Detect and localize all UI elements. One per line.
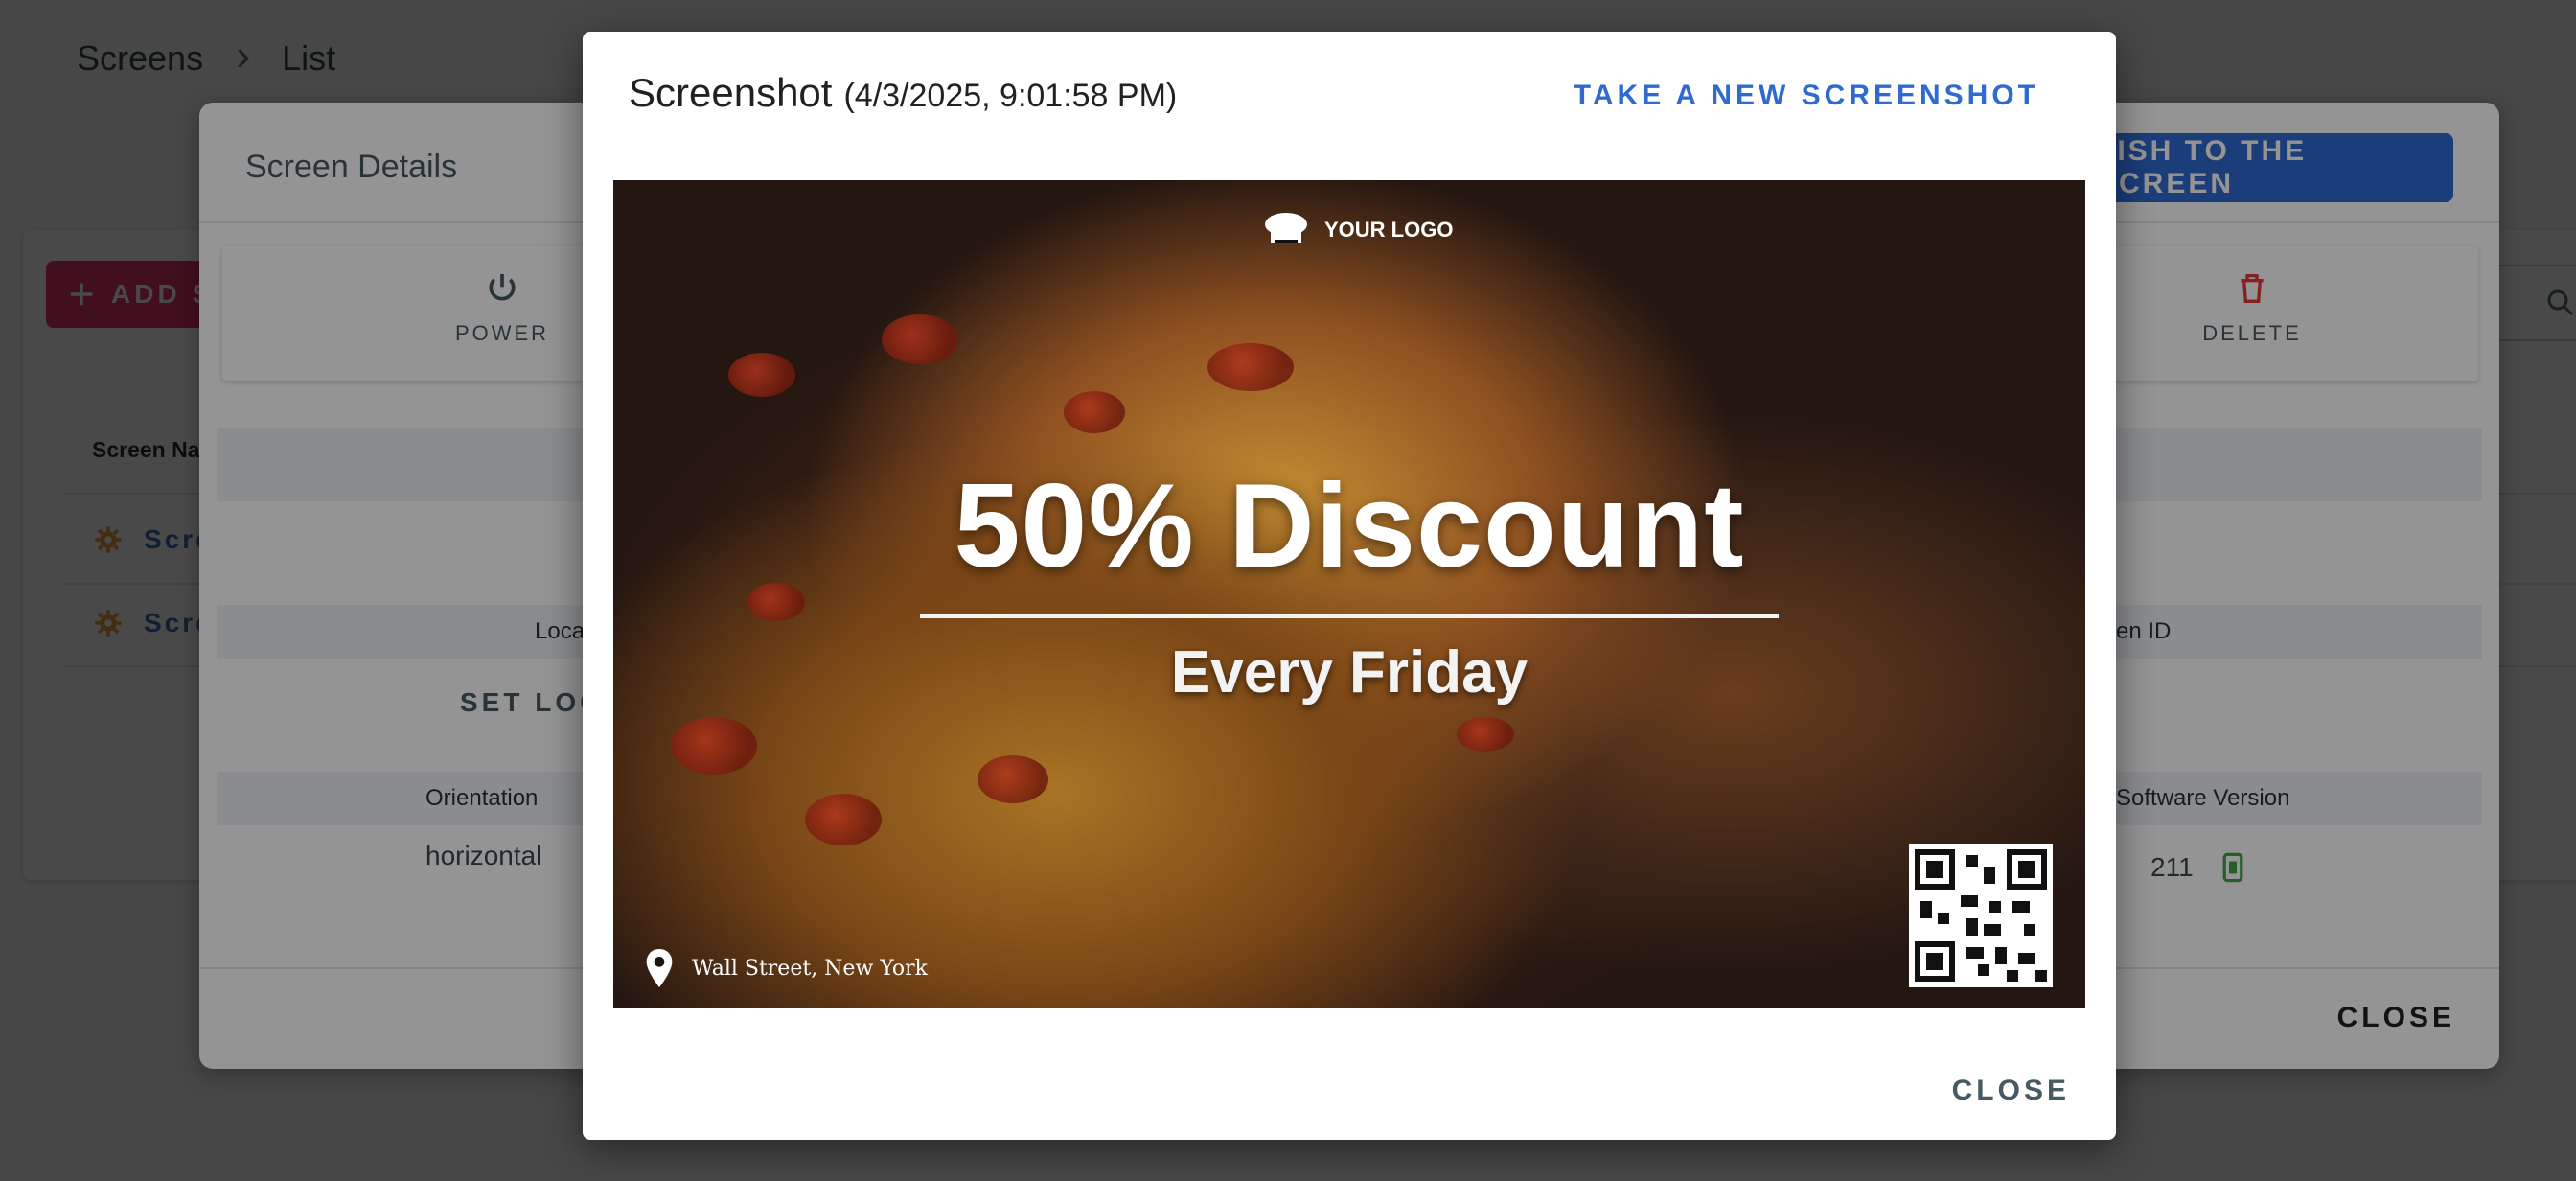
pepperoni [728, 353, 795, 397]
pepperoni [671, 717, 757, 775]
close-screenshot-button[interactable]: CLOSE [1952, 1075, 2070, 1107]
chef-hat-icon [1265, 213, 1307, 243]
pepperoni [1457, 717, 1514, 752]
screenshot-heading: Screenshot [629, 70, 833, 115]
pepperoni [805, 794, 882, 845]
poster-subheadline: Every Friday [1170, 639, 1529, 706]
poster-address: Wall Street, New York [644, 947, 928, 989]
poster-divider [920, 614, 1779, 618]
screenshot-dialog: Screenshot (4/3/2025, 9:01:58 PM) TAKE A… [583, 32, 2116, 1140]
poster-logo-text: YOUR LOGO [1324, 218, 1454, 242]
pepperoni [882, 314, 958, 364]
location-pin-icon [646, 949, 673, 987]
screenshot-image: YOUR LOGO 50% Discount Every Friday Wall… [613, 180, 2085, 1008]
screenshot-title: Screenshot (4/3/2025, 9:01:58 PM) [629, 70, 1177, 116]
pepperoni [978, 755, 1048, 803]
pepperoni [1064, 391, 1125, 433]
poster-headline: 50% Discount [954, 460, 1745, 592]
screenshot-timestamp: (4/3/2025, 9:01:58 PM) [843, 78, 1178, 114]
poster-address-text: Wall Street, New York [692, 956, 928, 981]
pepperoni [1208, 343, 1294, 391]
poster-logo: YOUR LOGO [1255, 211, 1453, 249]
qr-code-icon [1909, 844, 2053, 987]
take-new-screenshot-button[interactable]: TAKE A NEW SCREENSHOT [1574, 80, 2039, 112]
